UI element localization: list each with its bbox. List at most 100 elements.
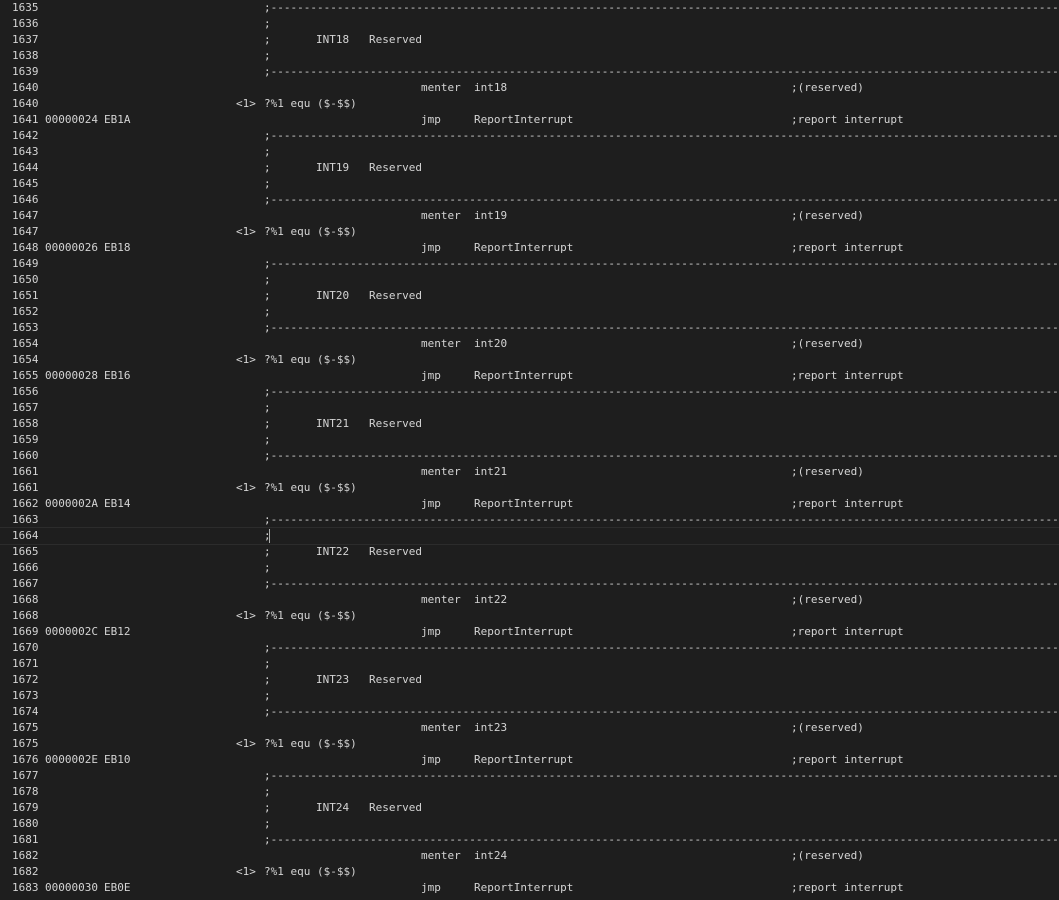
code-line[interactable]: 1636; — [0, 16, 1059, 32]
separator-comment: ;---------------------------------------… — [264, 513, 1059, 526]
operand: int21 — [474, 465, 508, 478]
code-line[interactable]: 1682 menter int24 ;(reserved) — [0, 848, 1059, 864]
label-field: ; — [264, 33, 271, 46]
code-line[interactable]: 1661 <1> ?%1 equ ($-$$) — [0, 480, 1059, 496]
comment: ;report interrupt — [791, 113, 904, 126]
code-line[interactable]: 1659; — [0, 432, 1059, 448]
code-line[interactable]: 1668 menter int22 ;(reserved) — [0, 592, 1059, 608]
code-line[interactable]: 1637; INT18 Reserved — [0, 32, 1059, 48]
code-line[interactable]: 1672; INT23 Reserved — [0, 672, 1059, 688]
code-line[interactable]: 1666; — [0, 560, 1059, 576]
code-line[interactable]: 1643; — [0, 144, 1059, 160]
code-line[interactable]: 1658; INT21 Reserved — [0, 416, 1059, 432]
line-number: 1655 — [12, 369, 39, 382]
macro-level: <1> — [236, 609, 256, 622]
code-line[interactable]: 1679; INT24 Reserved — [0, 800, 1059, 816]
code-line[interactable]: 1649 ;-----------------------------------… — [0, 256, 1059, 272]
line-number: 1657 — [12, 401, 39, 414]
code-line[interactable]: 1682 <1> ?%1 equ ($-$$) — [0, 864, 1059, 880]
code-line[interactable]: 1660 ;-----------------------------------… — [0, 448, 1059, 464]
separator-comment: ;---------------------------------------… — [264, 833, 1059, 846]
line-number: 1663 — [12, 513, 39, 526]
code-line[interactable]: 1640 <1> ?%1 equ ($-$$) — [0, 96, 1059, 112]
line-number: 1675 — [12, 737, 39, 750]
header-text: INT18 Reserved — [316, 33, 422, 46]
code-line[interactable]: 1642 ;-----------------------------------… — [0, 128, 1059, 144]
code-line[interactable]: 1638; — [0, 48, 1059, 64]
code-line[interactable]: 1652; — [0, 304, 1059, 320]
macro-level: <1> — [236, 737, 256, 750]
line-number: 1677 — [12, 769, 39, 782]
code-line[interactable]: 1677 ;-----------------------------------… — [0, 768, 1059, 784]
code-line[interactable]: 1654 menter int20 ;(reserved) — [0, 336, 1059, 352]
label-field: ; — [264, 545, 271, 558]
line-number: 1654 — [12, 353, 39, 366]
code-line[interactable]: 1669 0000002C EB12 jmp ReportInterrupt ;repor… — [0, 624, 1059, 640]
code-line[interactable]: 1668 <1> ?%1 equ ($-$$) — [0, 608, 1059, 624]
code-line[interactable]: 1676 0000002E EB10 jmp ReportInterrupt ;repor… — [0, 752, 1059, 768]
machine-code: EB14 — [104, 497, 131, 510]
separator-comment: ;---------------------------------------… — [264, 705, 1059, 718]
code-line[interactable]: 1647 <1> ?%1 equ ($-$$) — [0, 224, 1059, 240]
code-line[interactable]: 1655 00000028 EB16 jmp ReportInterrupt ;repor… — [0, 368, 1059, 384]
code-line[interactable]: 1656 ;-----------------------------------… — [0, 384, 1059, 400]
code-line[interactable]: 1644; INT19 Reserved — [0, 160, 1059, 176]
address-offset: 00000030 — [45, 881, 98, 894]
code-line[interactable]: 1639 ;-----------------------------------… — [0, 64, 1059, 80]
code-line[interactable]: 1667 ;-----------------------------------… — [0, 576, 1059, 592]
code-line[interactable]: 1665; INT22 Reserved — [0, 544, 1059, 560]
line-number: 1649 — [12, 257, 39, 270]
code-line[interactable]: 1661 menter int21 ;(reserved) — [0, 464, 1059, 480]
operand: ReportInterrupt — [474, 625, 574, 638]
label-field: ; — [264, 657, 271, 670]
code-line[interactable]: 1675 menter int23 ;(reserved) — [0, 720, 1059, 736]
code-line[interactable]: 1653 ;-----------------------------------… — [0, 320, 1059, 336]
mnemonic: menter — [421, 465, 461, 478]
comment: ;(reserved) — [791, 81, 864, 94]
line-number: 1639 — [12, 65, 39, 78]
line-number: 1676 — [12, 753, 39, 766]
code-line[interactable]: 1650; — [0, 272, 1059, 288]
code-line[interactable]: 1671; — [0, 656, 1059, 672]
label-field: ; — [264, 785, 271, 798]
code-line[interactable]: 1680; — [0, 816, 1059, 832]
code-line[interactable]: 1681 ;-----------------------------------… — [0, 832, 1059, 848]
line-number: 1643 — [12, 145, 39, 158]
code-line[interactable]: 1635 ;-----------------------------------… — [0, 0, 1059, 16]
label-field: ; — [264, 689, 271, 702]
code-line[interactable]: 1670 ;-----------------------------------… — [0, 640, 1059, 656]
label-field: ; — [264, 17, 271, 30]
code-line[interactable]: 1657; — [0, 400, 1059, 416]
code-line[interactable]: 1651; INT20 Reserved — [0, 288, 1059, 304]
code-line[interactable]: 1640 menter int18 ;(reserved) — [0, 80, 1059, 96]
code-line[interactable]: 1683 00000030 EB0E jmp ReportInterrupt ;repor… — [0, 880, 1059, 896]
line-number: 1650 — [12, 273, 39, 286]
code-line[interactable]: 1678; — [0, 784, 1059, 800]
code-line[interactable]: 1662 0000002A EB14 jmp ReportInterrupt ;repor… — [0, 496, 1059, 512]
code-line[interactable]: 1647 menter int19 ;(reserved) — [0, 208, 1059, 224]
operand: ReportInterrupt — [474, 241, 574, 254]
code-line[interactable]: 1654 <1> ?%1 equ ($-$$) — [0, 352, 1059, 368]
operand: int19 — [474, 209, 508, 222]
code-line[interactable]: 1674 ;-----------------------------------… — [0, 704, 1059, 720]
code-line[interactable]: 1645; — [0, 176, 1059, 192]
code-line[interactable]: 1663 ;-----------------------------------… — [0, 512, 1059, 528]
line-number: 1668 — [12, 609, 39, 622]
line-number: 1646 — [12, 193, 39, 206]
code-line[interactable]: 1664; — [0, 527, 1059, 545]
label-field: ; — [264, 401, 271, 414]
code-line[interactable]: 1675 <1> ?%1 equ ($-$$) — [0, 736, 1059, 752]
address-offset: 00000026 — [45, 241, 98, 254]
code-line[interactable]: 1641 00000024 EB1A jmp ReportInterrupt ;repor… — [0, 112, 1059, 128]
comment: ;(reserved) — [791, 721, 864, 734]
line-number: 1640 — [12, 81, 39, 94]
code-line[interactable]: 1673; — [0, 688, 1059, 704]
code-line[interactable]: 1648 00000026 EB18 jmp ReportInterrupt ;repor… — [0, 240, 1059, 256]
separator-comment: ;---------------------------------------… — [264, 193, 1059, 206]
mnemonic: menter — [421, 81, 461, 94]
code-line[interactable]: 1646 ;-----------------------------------… — [0, 192, 1059, 208]
label-field: ; — [264, 817, 271, 830]
label-field: ; — [264, 145, 271, 158]
line-number: 1638 — [12, 49, 39, 62]
listing-editor[interactable]: 1635 ;-----------------------------------… — [0, 0, 1059, 900]
